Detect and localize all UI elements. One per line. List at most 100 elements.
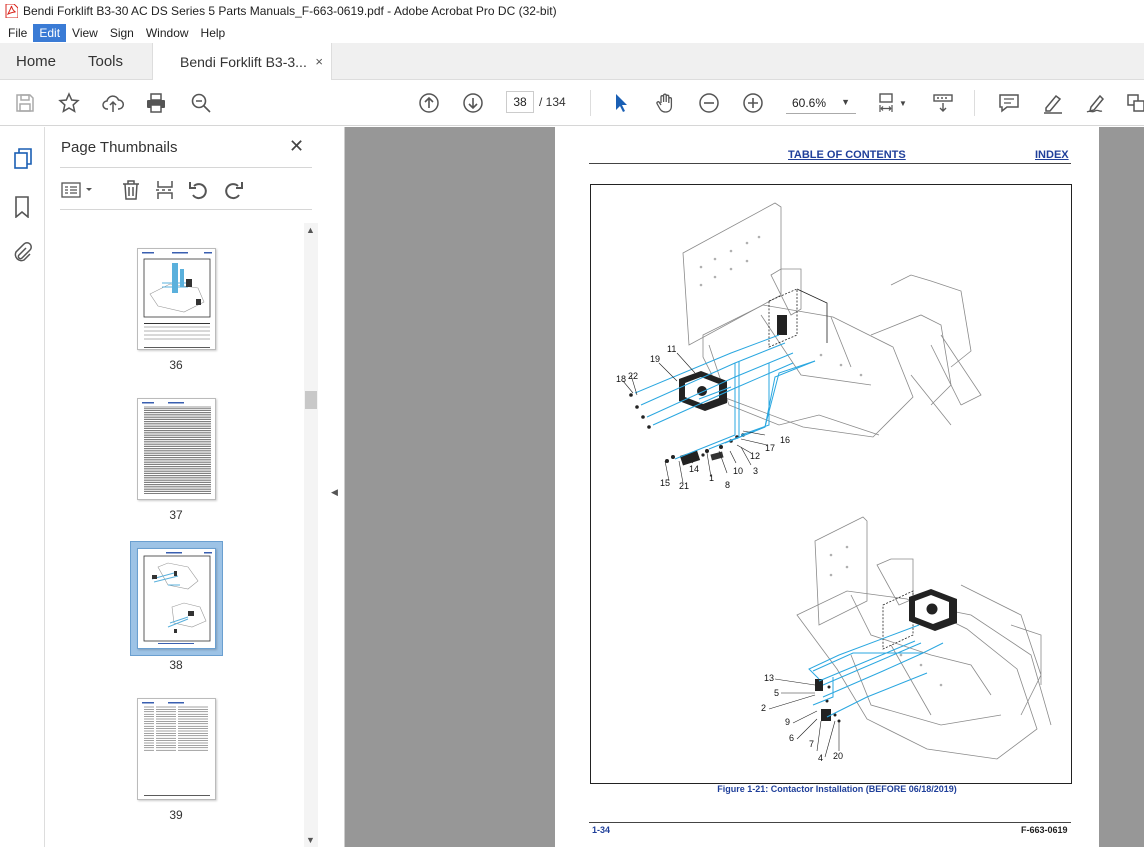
- toolbar-divider: [974, 90, 975, 116]
- zoom-search-icon[interactable]: [189, 91, 213, 115]
- pdf-page: TABLE OF CONTENTS INDEX 22 19 11 18 16 1…: [555, 127, 1099, 847]
- toolbar-divider: [590, 90, 591, 116]
- tab-home[interactable]: Home: [16, 43, 56, 80]
- next-page-icon[interactable]: [461, 91, 485, 115]
- acrobat-logo-icon: [5, 4, 18, 18]
- menu-help[interactable]: Help: [195, 24, 232, 42]
- panel-divider: [60, 209, 312, 210]
- page-count: / 134: [539, 95, 566, 109]
- scroll-down-icon[interactable]: ▼: [306, 835, 315, 845]
- main-toolbar: 38 / 134 60.6% ▼ ▼: [0, 80, 1144, 126]
- rotate-right-icon[interactable]: [222, 179, 244, 201]
- chevron-down-icon: ▼: [841, 97, 850, 107]
- page-number-input[interactable]: 38: [506, 91, 534, 113]
- callout-label: 17: [765, 443, 776, 453]
- table-of-contents-link[interactable]: TABLE OF CONTENTS: [788, 149, 906, 161]
- callout-label: 1: [709, 473, 715, 483]
- callout-label: 3: [753, 466, 759, 476]
- menu-window[interactable]: Window: [140, 24, 195, 42]
- page-fit-dropdown-icon[interactable]: ▼: [897, 91, 909, 115]
- page-thumbnail[interactable]: [137, 248, 216, 350]
- document-viewport[interactable]: TABLE OF CONTENTS INDEX 22 19 11 18 16 1…: [345, 127, 1144, 847]
- page-thumbnails-icon[interactable]: [0, 147, 45, 171]
- select-arrow-icon[interactable]: [609, 91, 633, 115]
- previous-page-icon[interactable]: [417, 91, 441, 115]
- menu-file[interactable]: File: [2, 24, 33, 42]
- callout-label: 10: [733, 466, 744, 476]
- tab-document-label: Bendi Forklift B3-3...: [180, 54, 307, 70]
- menu-edit[interactable]: Edit: [33, 23, 67, 42]
- rotate-left-icon[interactable]: [188, 179, 210, 201]
- zoom-level-value: 60.6%: [792, 95, 827, 110]
- print-icon[interactable]: [144, 91, 168, 115]
- callout-label: 5: [774, 688, 780, 698]
- menu-sign[interactable]: Sign: [104, 24, 140, 42]
- bookmarks-icon[interactable]: [11, 195, 33, 219]
- figure-caption: Figure 1-21: Contactor Installation (BEF…: [717, 784, 957, 794]
- callout-label: 12: [750, 451, 761, 461]
- callout-label: 11: [667, 344, 677, 354]
- collapse-arrow-icon[interactable]: ◀: [331, 487, 338, 498]
- scroll-mode-icon[interactable]: [931, 91, 955, 115]
- callout-label: 9: [785, 717, 791, 727]
- callout-label: 22: [628, 371, 639, 381]
- window-title: Bendi Forklift B3-30 AC DS Series 5 Part…: [23, 4, 557, 18]
- index-link[interactable]: INDEX: [1035, 149, 1069, 161]
- footer-rule: [589, 822, 1071, 823]
- panel-divider: [60, 167, 312, 168]
- callout-label: 20: [833, 751, 844, 761]
- page-thumbnail-selected[interactable]: [137, 548, 216, 649]
- bookmark-star-icon[interactable]: [57, 91, 81, 115]
- page-thumbnails-panel: Page Thumbnails ✕ 36 37 38 39 ▲ ▼: [46, 127, 325, 847]
- thumbnail-options-icon[interactable]: [60, 179, 96, 201]
- thumbnail-page-number: 36: [169, 358, 183, 372]
- callout-label: 19: [650, 354, 661, 364]
- thumbnail-page-number: 39: [169, 808, 183, 822]
- menu-view[interactable]: View: [66, 24, 104, 42]
- close-panel-icon[interactable]: ✕: [289, 136, 304, 157]
- thumbnail-scrollbar[interactable]: ▲ ▼: [304, 223, 318, 847]
- zoom-out-icon[interactable]: [697, 91, 721, 115]
- navigation-rail: [0, 127, 45, 847]
- zoom-in-icon[interactable]: [741, 91, 765, 115]
- save-icon[interactable]: [13, 91, 37, 115]
- callout-label: 7: [809, 739, 815, 749]
- callout-label: 15: [660, 478, 671, 488]
- zoom-level-select[interactable]: 60.6% ▼: [786, 92, 856, 114]
- callout-label: 21: [679, 481, 690, 491]
- comment-icon[interactable]: [997, 91, 1021, 115]
- highlight-pen-icon[interactable]: [1041, 91, 1065, 115]
- tab-document[interactable]: Bendi Forklift B3-3... ×: [152, 43, 332, 81]
- callout-label: 2: [761, 703, 767, 713]
- sign-pen-icon[interactable]: [1084, 91, 1108, 115]
- hand-tool-icon[interactable]: [653, 91, 677, 115]
- scrollbar-thumb[interactable]: [305, 391, 317, 409]
- callout-label: 6: [789, 733, 795, 743]
- tab-bar: Home Tools Bendi Forklift B3-3... ×: [0, 43, 1144, 81]
- tab-tools[interactable]: Tools: [88, 43, 123, 80]
- document-number: F-663-0619: [1021, 825, 1068, 835]
- page-thumbnail[interactable]: [137, 698, 216, 800]
- panel-collapse-handle[interactable]: ◀: [325, 127, 345, 847]
- callout-label: 14: [689, 464, 700, 474]
- callout-label: 16: [780, 435, 791, 445]
- insert-page-icon[interactable]: [154, 179, 176, 201]
- callout-label: 13: [764, 673, 775, 683]
- scroll-up-icon[interactable]: ▲: [306, 225, 315, 235]
- thumbnail-page-number: 37: [169, 508, 183, 522]
- menu-bar: File Edit View Sign Window Help: [0, 22, 1144, 43]
- more-tools-icon[interactable]: [1124, 91, 1144, 115]
- header-rule: [589, 163, 1071, 164]
- callout-label: 8: [725, 480, 731, 490]
- page-thumbnail[interactable]: [137, 398, 216, 500]
- callout-label: 18: [616, 374, 627, 384]
- figure-frame: 22 19 11 18 16 17 12 3 10 14 1 8 15 21 1…: [590, 184, 1072, 784]
- attachments-icon[interactable]: [11, 240, 33, 264]
- page-label: 1-34: [592, 825, 611, 835]
- thumbnail-page-number: 38: [169, 658, 183, 672]
- delete-page-icon[interactable]: [120, 179, 142, 201]
- tab-close-icon[interactable]: ×: [315, 54, 323, 69]
- title-bar: Bendi Forklift B3-30 AC DS Series 5 Part…: [0, 0, 1144, 22]
- callout-label: 4: [818, 753, 824, 763]
- upload-cloud-icon[interactable]: [101, 91, 125, 115]
